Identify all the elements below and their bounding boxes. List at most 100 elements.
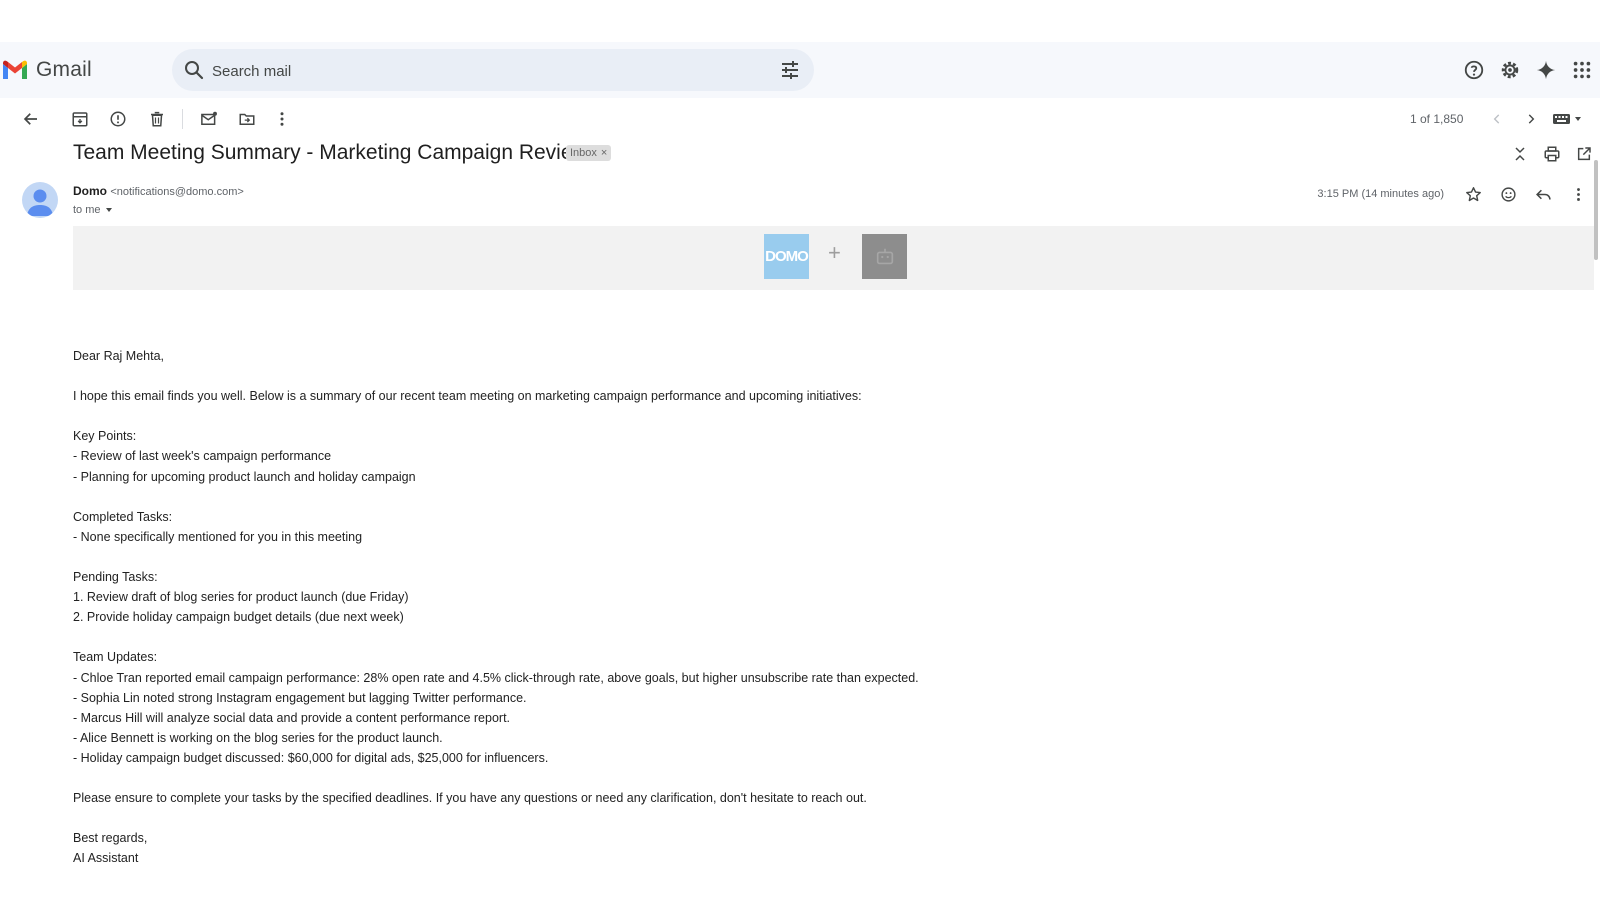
inbox-label-chip[interactable]: Inbox × [566, 145, 612, 161]
body-line: - Planning for upcoming product launch a… [73, 469, 416, 484]
report-spam-button[interactable] [106, 107, 130, 131]
open-new-window-button[interactable] [1572, 142, 1596, 166]
reply-icon [1536, 189, 1551, 200]
top-strip [0, 0, 1600, 43]
body-line: - Chloe Tran reported email campaign per… [73, 670, 919, 685]
message-toolbar: 1 of 1,850 [10, 98, 1600, 140]
body-line: - Marcus Hill will analyze social data a… [73, 710, 511, 725]
gemini-button[interactable] [1528, 56, 1564, 84]
body-line [73, 768, 1273, 788]
subject-actions [1508, 142, 1596, 166]
label-text: Inbox [570, 147, 597, 159]
assistant-app-logo [862, 234, 907, 279]
body-line: - Alice Bennett is working on the blog s… [73, 730, 443, 745]
app-name: Gmail [36, 58, 92, 81]
move-to-icon [239, 113, 255, 125]
body-line: AI Assistant [73, 851, 139, 866]
recipient-text: to me [73, 204, 101, 216]
sender-name[interactable]: Domo [73, 184, 107, 198]
message-meta: 3:15 PM (14 minutes ago) [1317, 182, 1596, 206]
body-line: Please ensure to complete your tasks by … [73, 791, 867, 806]
add-reaction-button[interactable] [1491, 182, 1526, 206]
collapse-icon [1515, 147, 1525, 161]
gemini-icon [1536, 60, 1556, 80]
body-line: - Review of last week's campaign perform… [73, 449, 332, 464]
person-icon [27, 189, 53, 216]
emoji-icon [1501, 186, 1516, 202]
settings-icon [1501, 61, 1519, 79]
body-line [73, 406, 1273, 426]
gmail-logo[interactable]: Gmail [2, 58, 92, 82]
pagination-counter: 1 of 1,850 [1410, 112, 1464, 126]
more-vert-icon [1577, 187, 1580, 201]
body-line [73, 627, 1273, 647]
more-options-button[interactable] [270, 107, 294, 131]
dropdown-icon [105, 208, 112, 212]
robot-icon [876, 248, 893, 264]
body-line [73, 547, 1273, 567]
body-line: Best regards, [73, 831, 148, 846]
mark-unread-button[interactable] [197, 107, 221, 131]
message-subject: Team Meeting Summary - Marketing Campaig… [73, 141, 588, 164]
bottom-strip [0, 874, 1600, 900]
search-input[interactable] [210, 57, 734, 85]
message-body: Dear Raj Mehta, I hope this email finds … [73, 346, 1273, 868]
back-button[interactable] [19, 107, 43, 131]
body-line: 1. Review draft of blog series for produ… [73, 590, 409, 605]
sender-email: <notifications@domo.com> [110, 186, 244, 198]
move-to-button[interactable] [235, 107, 259, 131]
newer-button[interactable] [1485, 107, 1509, 131]
body-line: Team Updates: [73, 650, 158, 665]
input-tools-button[interactable] [1550, 107, 1586, 131]
body-line: - Sophia Lin noted strong Instagram enga… [73, 690, 527, 705]
back-arrow-icon [23, 113, 37, 125]
star-icon [1466, 186, 1481, 201]
search-bar[interactable] [172, 49, 814, 91]
body-line [73, 808, 1273, 828]
body-line: 2. Provide holiday campaign budget detai… [73, 610, 404, 625]
print-button[interactable] [1540, 142, 1564, 166]
body-line [73, 366, 1273, 386]
collapse-all-button[interactable] [1508, 142, 1532, 166]
remove-label-icon[interactable]: × [601, 147, 607, 159]
domo-logo: DOMO [764, 234, 809, 279]
sender-avatar[interactable] [22, 182, 58, 218]
gmail-m-icon [3, 60, 27, 79]
apps-button[interactable] [1564, 56, 1600, 84]
scrollbar[interactable] [1594, 98, 1600, 874]
message-more-button[interactable] [1561, 182, 1596, 206]
search-icon[interactable] [182, 58, 206, 82]
apps-icon [1573, 61, 1591, 79]
body-line: - Holiday campaign budget discussed: $60… [73, 750, 549, 765]
report-spam-icon [110, 111, 126, 127]
delete-button[interactable] [145, 107, 169, 131]
settings-button[interactable] [1492, 56, 1528, 84]
toolbar-divider [182, 109, 183, 129]
body-line [73, 487, 1273, 507]
header-actions [1456, 56, 1600, 84]
search-options-icon[interactable] [778, 58, 802, 82]
body-line: Completed Tasks: [73, 509, 173, 524]
recipient-details[interactable]: to me [73, 204, 114, 216]
older-button[interactable] [1519, 107, 1543, 131]
scrollbar-thumb[interactable] [1594, 160, 1598, 260]
help-icon [1464, 60, 1484, 80]
sender-info: Domo <notifications@domo.com> [73, 184, 244, 198]
archive-icon [72, 112, 88, 127]
body-line: I hope this email finds you well. Below … [73, 389, 862, 404]
print-icon [1544, 146, 1560, 162]
mark-unread-icon [201, 111, 217, 125]
star-button[interactable] [1456, 182, 1491, 206]
body-line: - None specifically mentioned for you in… [73, 529, 363, 544]
body-line: Pending Tasks: [73, 570, 158, 585]
delete-icon [151, 111, 163, 127]
next-icon [1528, 114, 1535, 124]
body-line: Dear Raj Mehta, [73, 349, 165, 363]
open-new-window-icon [1577, 147, 1591, 161]
input-tools-icon [1553, 114, 1581, 124]
reply-button[interactable] [1526, 182, 1561, 206]
help-button[interactable] [1456, 56, 1492, 84]
archive-button[interactable] [68, 107, 92, 131]
email-header-banner: DOMO + [73, 226, 1594, 290]
integration-plus: + [828, 240, 841, 265]
